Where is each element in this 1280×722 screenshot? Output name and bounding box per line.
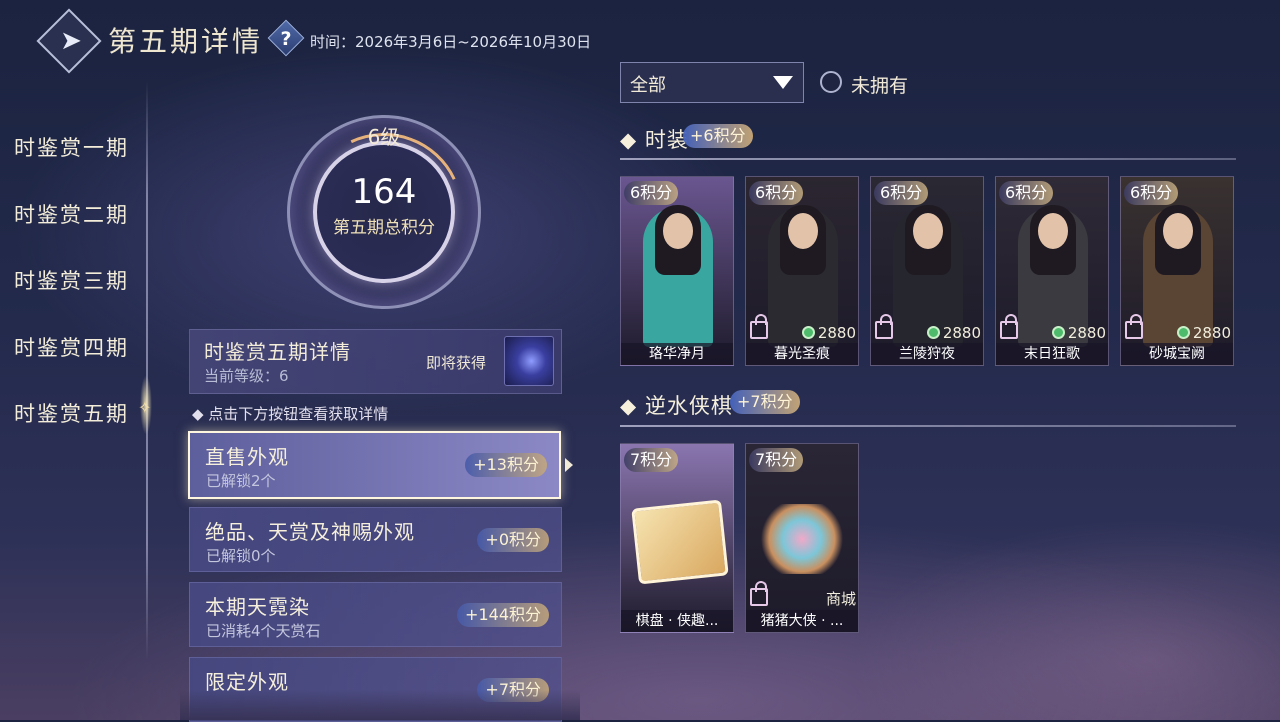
item-name: 砂城宝阙 — [1121, 343, 1233, 365]
section-title-text: 逆水侠棋 — [644, 394, 733, 418]
item-card[interactable]: 6积分珞华净月 — [620, 176, 734, 366]
category-points-badge: +13积分 — [465, 453, 547, 477]
event-time-range: 时间：2026年3月6日~2026年10月30日 — [310, 33, 592, 51]
category-points-badge: +0积分 — [477, 528, 549, 552]
section-points-badge: +7积分 — [730, 390, 800, 414]
help-icon[interactable]: ? — [273, 25, 299, 53]
character-face — [1163, 213, 1193, 249]
category-premium[interactable]: 绝品、天赏及神赐外观 已解锁0个 +0积分 — [189, 507, 562, 572]
item-price: 2880 — [1176, 324, 1231, 342]
list-fade-overlay — [180, 690, 580, 720]
filter-selected-value: 全部 — [630, 75, 666, 96]
section-divider — [620, 425, 1236, 427]
item-price-value: 2880 — [942, 324, 981, 342]
character-face — [913, 213, 943, 249]
not-owned-radio[interactable] — [820, 71, 842, 93]
current-level-text: 当前等级：6 — [204, 367, 289, 385]
total-score: 164 — [351, 172, 417, 212]
active-sparkle-icon: ✧ — [138, 398, 152, 417]
period-detail-title: 时鉴赏五期详情 — [204, 340, 351, 364]
section-divider — [620, 158, 1236, 160]
lock-icon — [1125, 314, 1143, 339]
item-points-tag: 6积分 — [624, 181, 679, 205]
item-card[interactable]: 6积分 2880 兰陵狩夜 — [870, 176, 984, 366]
sidebar-item-period-4[interactable]: 时鉴赏四期 — [14, 332, 129, 362]
pig-hero-art — [760, 504, 844, 574]
item-card[interactable]: 6积分 2880 砂城宝阙 — [1120, 176, 1234, 366]
item-name: 猪猪大侠 · ... — [746, 610, 858, 632]
jade-coin-icon — [1176, 326, 1190, 339]
lock-icon — [750, 581, 768, 606]
item-card[interactable]: 6积分 2880 末日狂歌 — [995, 176, 1109, 366]
lock-icon — [750, 314, 768, 339]
category-subtitle: 已解锁2个 — [206, 472, 276, 490]
item-points-tag: 6积分 — [1124, 181, 1179, 205]
jade-coin-icon — [926, 326, 940, 339]
character-face — [663, 213, 693, 249]
category-subtitle: 已消耗4个天赏石 — [206, 622, 321, 640]
hint-text: ◆ 点击下方按钮查看获取详情 — [192, 405, 389, 423]
item-name: 棋盘 · 侠趣... — [621, 610, 733, 632]
section-title-text: 时装 — [644, 128, 689, 152]
category-direct-sale[interactable]: 直售外观 已解锁2个 +13积分 — [188, 431, 561, 499]
back-arrow-icon: ➤ — [60, 26, 82, 56]
chessboard-art — [631, 499, 729, 585]
total-score-label: 第五期总积分 — [333, 218, 435, 238]
not-owned-label[interactable]: 未拥有 — [851, 71, 908, 98]
category-title: 本期天霓染 — [205, 595, 310, 619]
item-price-value: 2880 — [1067, 324, 1106, 342]
item-card[interactable]: 7积分商城猪猪大侠 · ... — [745, 443, 859, 633]
item-points-tag: 7积分 — [624, 448, 679, 472]
lock-icon — [1000, 314, 1018, 339]
item-price-value: 2880 — [1192, 324, 1231, 342]
page-title: 第五期详情 — [108, 25, 264, 58]
item-name: 暮光圣痕 — [746, 343, 858, 365]
item-points-tag: 7积分 — [749, 448, 804, 472]
item-price: 2880 — [801, 324, 856, 342]
item-name: 末日狂歌 — [996, 343, 1108, 365]
item-card[interactable]: 7积分棋盘 · 侠趣... — [620, 443, 734, 633]
item-price: 2880 — [926, 324, 981, 342]
shop-source-label: 商城 — [825, 590, 856, 608]
jade-coin-icon — [1051, 326, 1065, 339]
category-title: 直售外观 — [205, 445, 289, 469]
character-face — [788, 213, 818, 249]
item-points-tag: 6积分 — [749, 181, 804, 205]
sidebar-divider — [146, 80, 148, 660]
item-points-tag: 6积分 — [999, 181, 1054, 205]
upcoming-reward-thumbnail[interactable] — [504, 336, 554, 386]
item-points-tag: 6积分 — [874, 181, 929, 205]
category-points-badge: +144积分 — [457, 603, 549, 627]
lock-icon — [875, 314, 893, 339]
item-price: 2880 — [1051, 324, 1106, 342]
sidebar-item-period-5[interactable]: 时鉴赏五期 — [14, 398, 129, 428]
sidebar-item-period-2[interactable]: 时鉴赏二期 — [14, 199, 129, 229]
jade-coin-icon — [801, 326, 815, 339]
sidebar-item-period-1[interactable]: 时鉴赏一期 — [14, 132, 129, 162]
item-name: 珞华净月 — [621, 343, 733, 365]
section-points-badge: +6积分 — [683, 124, 753, 148]
item-price-value: 2880 — [817, 324, 856, 342]
section-title-fashion: ◆ 时装 — [620, 128, 689, 152]
score-ring-inner — [313, 141, 455, 283]
character-face — [1038, 213, 1068, 249]
category-title: 绝品、天赏及神赐外观 — [205, 520, 415, 544]
item-name: 兰陵狩夜 — [871, 343, 983, 365]
active-pointer-icon — [565, 458, 573, 472]
dropdown-caret-icon — [773, 76, 793, 89]
sidebar-item-period-3[interactable]: 时鉴赏三期 — [14, 265, 129, 295]
category-dye[interactable]: 本期天霓染 已消耗4个天赏石 +144积分 — [189, 582, 562, 647]
current-level: 6级 — [367, 125, 401, 149]
upcoming-reward-label: 即将获得 — [426, 354, 487, 372]
section-title-chess: ◆ 逆水侠棋 — [620, 394, 733, 418]
category-subtitle: 已解锁0个 — [206, 547, 276, 565]
item-card[interactable]: 6积分 2880 暮光圣痕 — [745, 176, 859, 366]
